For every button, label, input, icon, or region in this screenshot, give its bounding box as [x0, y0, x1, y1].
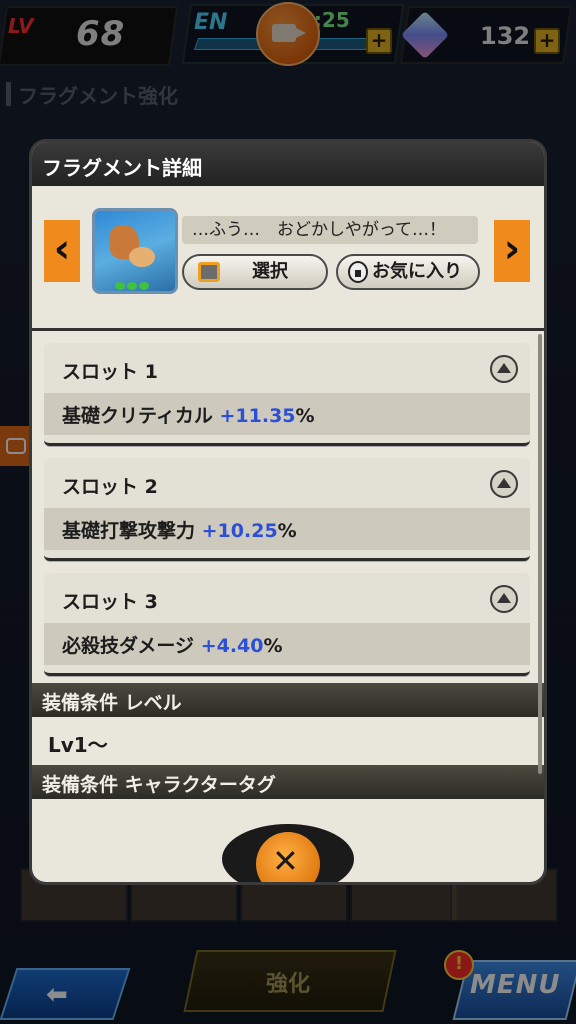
rarity-dots: [115, 275, 151, 294]
stat-unit: %: [295, 405, 315, 427]
fragment-thumbnail: [92, 208, 178, 294]
slot-card: スロット 1 基礎クリティカル +11.35%: [44, 343, 530, 446]
select-button-label: 選択: [252, 261, 288, 282]
scrollbar[interactable]: [538, 334, 542, 774]
stat-name: 基礎打撃攻撃力: [62, 520, 196, 542]
slot-card: スロット 3 必殺技ダメージ +4.40%: [44, 573, 530, 676]
fragment-detail-scroll[interactable]: スロット 1 基礎クリティカル +11.35% スロット 2 基礎打撃攻撃力 +…: [32, 328, 544, 809]
slot-title: スロット 2: [62, 476, 158, 498]
favorite-button-label: お気に入り: [372, 261, 462, 282]
stat-value: +10.25: [201, 520, 278, 542]
fragment-detail-modal: フラグメント詳細 ‹ …ふう… おどかしやがって…！ 選択 お気に入り › スロ…: [32, 142, 544, 882]
fragment-quote: …ふう… おどかしやがって…！: [182, 216, 478, 244]
stat-value: +4.40: [200, 635, 264, 657]
close-icon: ✕: [272, 842, 299, 880]
slot-body: 基礎打撃攻撃力 +10.25%: [44, 508, 530, 550]
slot-title: スロット 3: [62, 591, 158, 613]
thumbnail-character: [129, 247, 155, 267]
equip-level-row: Lv1～: [32, 717, 544, 765]
collapse-toggle-icon[interactable]: [490, 585, 518, 613]
collapse-toggle-icon[interactable]: [490, 355, 518, 383]
equip-tag-header: 装備条件 キャラクタータグ: [32, 765, 544, 799]
modal-title: フラグメント詳細: [42, 156, 202, 180]
select-button[interactable]: 選択: [182, 254, 328, 290]
slot-stat: 基礎クリティカル +11.35%: [62, 401, 315, 428]
equip-tag-header-text: 装備条件 キャラクタータグ: [42, 774, 276, 796]
prev-fragment-button[interactable]: ‹: [44, 220, 80, 282]
equip-level-header-text: 装備条件 レベル: [42, 692, 182, 714]
stat-name: 必殺技ダメージ: [62, 635, 195, 657]
slot-card: スロット 2 基礎打撃攻撃力 +10.25%: [44, 458, 530, 561]
stat-name: 基礎クリティカル: [62, 405, 213, 427]
stat-unit: %: [263, 635, 283, 657]
select-checkbox-icon: [198, 262, 220, 282]
stat-value: +11.35: [219, 405, 296, 427]
slot-stat: 必殺技ダメージ +4.40%: [62, 631, 283, 658]
slot-body: 基礎クリティカル +11.35%: [44, 393, 530, 435]
slot-body: 必殺技ダメージ +4.40%: [44, 623, 530, 665]
slot-title: スロット 1: [62, 361, 158, 383]
favorite-button[interactable]: お気に入り: [336, 254, 480, 290]
collapse-toggle-icon[interactable]: [490, 470, 518, 498]
lock-icon: [348, 261, 368, 283]
modal-header: フラグメント詳細: [32, 142, 544, 186]
equip-level-header: 装備条件 レベル: [32, 683, 544, 717]
equip-level-value: Lv1～: [48, 733, 108, 757]
slot-stat: 基礎打撃攻撃力 +10.25%: [62, 516, 297, 543]
stat-unit: %: [277, 520, 297, 542]
next-fragment-button[interactable]: ›: [494, 220, 530, 282]
fragment-panel: ‹ …ふう… おどかしやがって…！ 選択 お気に入り ›: [32, 186, 544, 320]
